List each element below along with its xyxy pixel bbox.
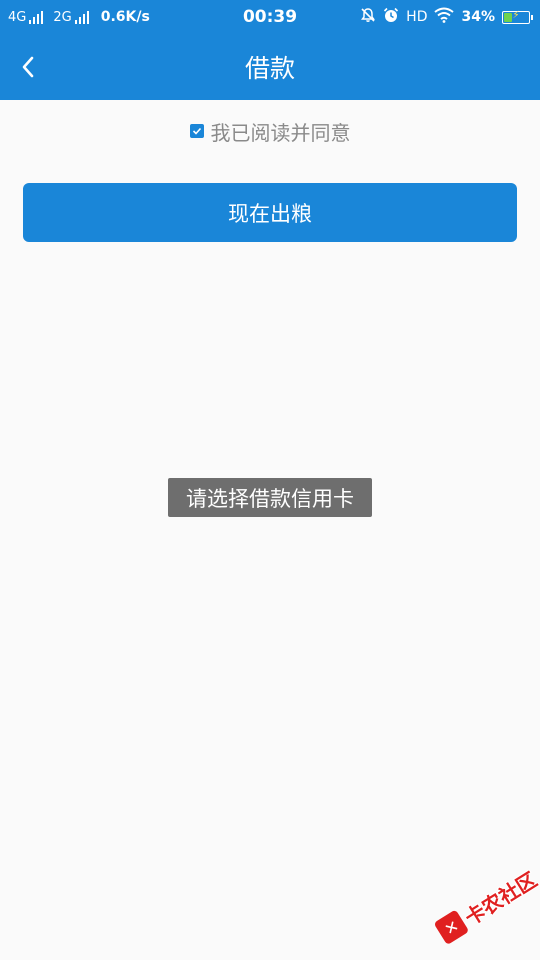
check-icon bbox=[192, 127, 201, 135]
signal-bars-icon bbox=[29, 10, 45, 24]
agreement-label[interactable]: 我已阅读并同意 bbox=[211, 117, 351, 146]
page-title: 借款 bbox=[244, 54, 295, 83]
network-type-2: 2G bbox=[53, 9, 72, 25]
wifi-icon bbox=[434, 7, 455, 27]
mute-icon bbox=[360, 7, 376, 27]
watermark-text: 卡农社区 bbox=[460, 866, 540, 930]
battery-charging-icon: ⚡ bbox=[502, 10, 533, 24]
chevron-left-icon bbox=[22, 56, 34, 78]
title-bar: 借款 bbox=[0, 34, 540, 100]
status-bar: 4G 2G 0.6K/s 00:39 HD 34% ⚡ bbox=[0, 0, 540, 34]
alarm-icon bbox=[383, 7, 399, 27]
back-button[interactable] bbox=[12, 51, 44, 83]
status-left: 4G 2G 0.6K/s bbox=[8, 0, 150, 34]
status-right: HD 34% ⚡ bbox=[353, 0, 533, 34]
battery-percent: 34% bbox=[461, 9, 495, 25]
agreement-checkbox[interactable] bbox=[189, 124, 204, 138]
network-speed: 0.6K/s bbox=[100, 9, 150, 25]
hd-indicator: HD bbox=[406, 9, 428, 25]
watermark-logo: ✕ 卡农社区 bbox=[427, 855, 540, 956]
toast-message: 请选择借款信用卡 bbox=[168, 478, 372, 517]
borrow-now-button[interactable]: 现在出粮 bbox=[23, 183, 517, 242]
network-type-1: 4G bbox=[8, 9, 27, 25]
agreement-row: 我已阅读并同意 bbox=[0, 116, 540, 146]
signal-bars-icon bbox=[74, 10, 91, 24]
